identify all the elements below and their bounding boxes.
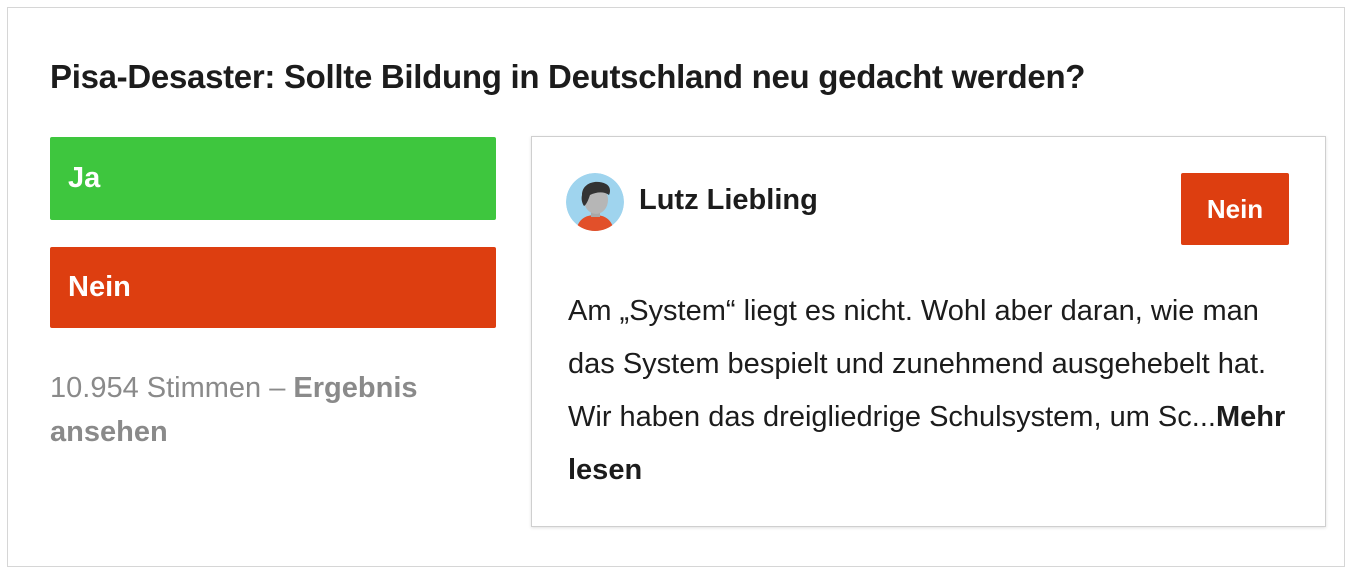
vote-count: 10.954 Stimmen – Ergebnis ansehen bbox=[50, 366, 490, 454]
vote-yes-button[interactable]: Ja bbox=[50, 137, 496, 220]
poll-question: Pisa-Desaster: Sollte Bildung in Deutsch… bbox=[50, 58, 1086, 95]
poll-widget: Pisa-Desaster: Sollte Bildung in Deutsch… bbox=[7, 7, 1345, 567]
comment-text: Am „System“ liegt es nicht. Wohl aber da… bbox=[568, 285, 1298, 497]
comment-body: Am „System“ liegt es nicht. Wohl aber da… bbox=[568, 295, 1267, 433]
vote-count-text: 10.954 Stimmen – bbox=[50, 372, 294, 404]
user-avatar-icon bbox=[566, 173, 624, 231]
opinion-badge: Nein bbox=[1181, 173, 1289, 245]
vote-no-button[interactable]: Nein bbox=[50, 247, 496, 328]
author-name: Lutz Liebling bbox=[639, 184, 818, 216]
comment-card: Lutz Liebling Nein Am „System“ liegt es … bbox=[531, 136, 1326, 527]
